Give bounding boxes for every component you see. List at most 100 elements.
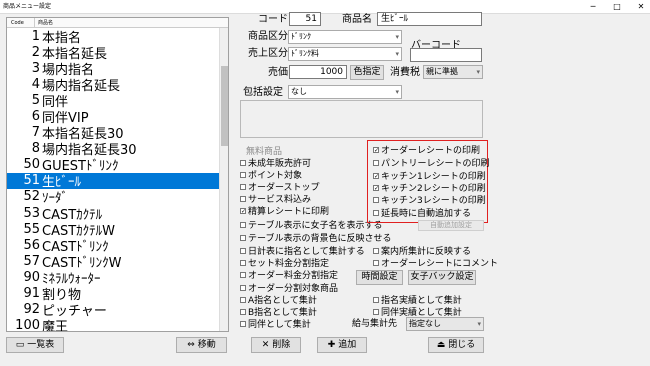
- list-item-code: 4: [31, 76, 40, 92]
- bundle-select[interactable]: なし ▾: [288, 85, 402, 99]
- list-item[interactable]: 50 GUESTﾄﾞﾘﾝｸ: [7, 157, 220, 174]
- move-icon: ⇔: [187, 340, 195, 350]
- auto-add-setting-button[interactable]: 自動追加設定: [418, 220, 484, 231]
- pay-aggregate-value: 指定なし: [409, 319, 441, 328]
- barcode-field[interactable]: [410, 48, 482, 62]
- code-field[interactable]: 51: [289, 12, 321, 26]
- b-designation-checkbox[interactable]: B指名として集計: [240, 306, 317, 318]
- order-split-checkbox[interactable]: オーダー料金分割指定: [240, 269, 338, 281]
- sales-category-label: 売上区分: [248, 48, 288, 59]
- window-titlebar: 商品メニュー設定 ─ □ ✕: [0, 0, 650, 14]
- exit-icon: ⏏: [436, 340, 446, 350]
- list-item[interactable]: 100 魔王: [7, 318, 220, 332]
- list-button[interactable]: ▭ 一覧表: [6, 337, 64, 353]
- kitchen3-receipt-checkbox[interactable]: キッチン3レシートの印刷: [373, 194, 486, 206]
- window-title: 商品メニュー設定: [3, 3, 52, 10]
- service-target-checkbox[interactable]: サービス料込み: [240, 193, 311, 205]
- order-comment-checkbox[interactable]: オーダーレシートにコメント: [373, 257, 498, 269]
- print-settlement-checkbox[interactable]: ✓ 精算レシートに印刷: [240, 205, 329, 217]
- order-stop-checkbox[interactable]: オーダーストップ: [240, 181, 320, 193]
- category-label: 商品区分: [248, 31, 288, 42]
- girl-back-setting-button[interactable]: 女子バック設定: [408, 270, 476, 285]
- list-item-code: 56: [23, 237, 40, 253]
- list-scrollbar[interactable]: [219, 28, 228, 331]
- list-item[interactable]: 51 生ﾋﾞｰﾙ: [7, 172, 220, 190]
- order-receipt-checkbox[interactable]: ✓ オーダーレシートの印刷: [373, 144, 480, 156]
- a-designation-checkbox[interactable]: A指名として集計: [240, 294, 317, 306]
- chevron-down-icon: ▾: [477, 320, 481, 328]
- list-item[interactable]: 2 本指名延長: [7, 44, 220, 62]
- add-icon: ✚: [327, 340, 336, 350]
- price-field[interactable]: 1000: [289, 65, 347, 79]
- list-item-code: 5: [31, 92, 40, 108]
- pay-aggregate-label: 給与集計先: [352, 319, 398, 329]
- daily-aggregate-checkbox[interactable]: 日計表に指名として集計する: [240, 245, 365, 257]
- list-item-code: 52: [23, 189, 40, 205]
- list-item[interactable]: 4 場内指名延長: [7, 76, 220, 94]
- scroll-thumb[interactable]: [221, 66, 228, 146]
- add-button[interactable]: ✚ 追加: [317, 337, 367, 353]
- sales-category-select[interactable]: ﾄﾞﾘﾝｸ料 ▾: [288, 47, 402, 61]
- order-split-target-checkbox[interactable]: オーダー分割対象商品: [240, 282, 338, 294]
- tax-label: 消費税: [390, 67, 420, 78]
- list-item[interactable]: 55 CASTｶｸﾃﾙW: [7, 221, 220, 239]
- list-item-code: 57: [23, 253, 40, 269]
- maximize-icon[interactable]: □: [612, 1, 622, 13]
- tax-value: 親に準拠: [426, 67, 458, 76]
- list-item-code: 1: [31, 28, 40, 44]
- time-setting-button[interactable]: 時間設定: [356, 270, 403, 285]
- store-aggregate-checkbox[interactable]: 案内所集計に反映する: [373, 245, 471, 257]
- list-item-code: 53: [23, 205, 40, 221]
- close-button[interactable]: ⏏ 閉じる: [428, 337, 484, 353]
- list-item[interactable]: 90 ﾐﾈﾗﾙｳｫｰﾀｰ: [7, 269, 220, 287]
- kitchen2-receipt-checkbox[interactable]: ✓ キッチン2レシートの印刷: [373, 182, 486, 194]
- pay-aggregate-select[interactable]: 指定なし ▾: [406, 317, 484, 331]
- show-girl-name-checkbox[interactable]: テーブル表示に女子名を表示する: [240, 219, 382, 231]
- list-icon: ▭: [15, 340, 25, 350]
- tax-select[interactable]: 親に準拠 ▾: [423, 65, 483, 79]
- minor-allowed-checkbox[interactable]: 未成年販売許可: [240, 157, 311, 169]
- list-item-code: 55: [23, 221, 40, 237]
- close-window-icon[interactable]: ✕: [636, 1, 646, 13]
- list-item-code: 3: [31, 60, 40, 76]
- product-list[interactable]: Code 商品名 1 本指名 2 本指名延長 3 場内指名 4 場内指名延長 5 同伴 6 同伴VIP…: [6, 17, 229, 332]
- set-split-checkbox[interactable]: セット料金分割指定: [240, 257, 329, 269]
- header-code[interactable]: Code: [7, 18, 35, 27]
- list-item[interactable]: 57 CASTﾄﾞﾘﾝｸW: [7, 253, 220, 271]
- list-item-code: 2: [31, 44, 40, 60]
- category-select[interactable]: ﾄﾞﾘﾝｸ ▾: [288, 30, 402, 44]
- bundle-panel: [240, 100, 483, 138]
- list-item-code: 50: [23, 157, 40, 173]
- bundle-value: なし: [291, 87, 307, 96]
- list-rows: 1 本指名 2 本指名延長 3 場内指名 4 場内指名延長 5 同伴 6 同伴VIP 7 本指名延長30 8…: [7, 28, 220, 332]
- list-item[interactable]: 52 ｿｰﾀﾞ: [7, 189, 220, 206]
- list-item-code: 7: [31, 125, 40, 141]
- bg-color-checkbox[interactable]: テーブル表示の背景色に反映させる: [240, 232, 391, 244]
- list-item-code: 51: [23, 173, 40, 189]
- chevron-down-icon: ▾: [395, 50, 399, 58]
- designation-results-checkbox[interactable]: 指名実績として集計: [373, 294, 462, 306]
- list-item[interactable]: 92 ピッチャー: [7, 302, 220, 319]
- list-item[interactable]: 91 割り物: [7, 286, 220, 303]
- move-button[interactable]: ⇔ 移動: [176, 337, 227, 353]
- list-item-code: 8: [31, 141, 40, 157]
- minimize-icon[interactable]: ─: [588, 1, 598, 13]
- list-item[interactable]: 1 本指名: [7, 28, 220, 46]
- point-target-checkbox[interactable]: ポイント対象: [240, 169, 302, 181]
- companion-results-checkbox[interactable]: 同伴実績として集計: [373, 306, 462, 318]
- pantry-receipt-checkbox[interactable]: パントリーレシートの印刷: [373, 157, 489, 169]
- free-item-label: 無料商品: [246, 147, 283, 157]
- companion-aggregate-checkbox[interactable]: 同伴として集計: [240, 318, 311, 330]
- color-button[interactable]: 色指定: [350, 65, 384, 80]
- name-field[interactable]: 生ﾋﾞｰﾙ: [377, 12, 482, 26]
- list-item-code: 91: [23, 286, 40, 302]
- chevron-down-icon: ▾: [395, 88, 399, 96]
- kitchen1-receipt-checkbox[interactable]: ✓ キッチン1レシートの印刷: [373, 170, 486, 182]
- list-item-code: 6: [31, 109, 40, 125]
- auto-extend-checkbox[interactable]: 延長時に自動追加する: [373, 207, 471, 219]
- list-item-code: 100: [15, 318, 40, 332]
- chevron-down-icon: ▾: [476, 68, 480, 76]
- delete-button[interactable]: ✕ 削除: [251, 337, 301, 353]
- list-item[interactable]: 5 同伴: [7, 92, 220, 110]
- delete-icon: ✕: [261, 340, 270, 350]
